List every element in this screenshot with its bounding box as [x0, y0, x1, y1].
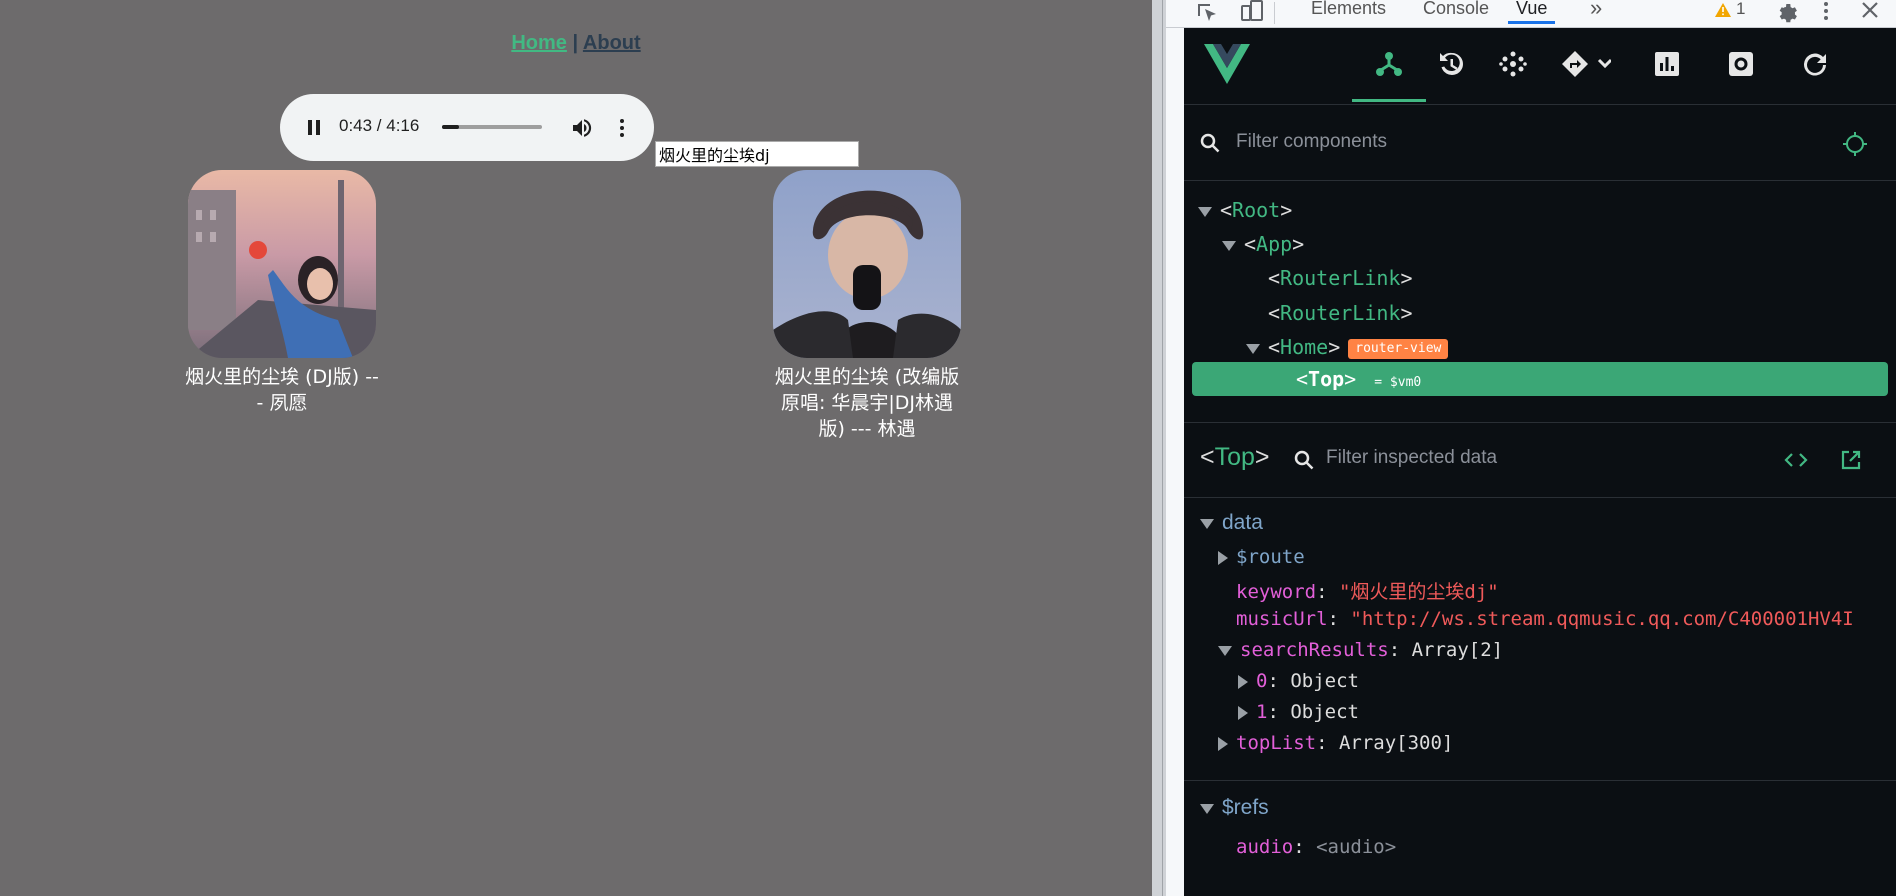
inspector-header: <Top> Filter inspected data [1184, 422, 1896, 498]
vue-devtools: Filter components <Root> <App> <RouterLi… [1184, 28, 1896, 896]
seek-slider[interactable] [442, 125, 542, 129]
tree-node-routerlink[interactable]: <RouterLink> [1268, 296, 1413, 330]
select-component-target-icon[interactable] [1842, 131, 1868, 157]
more-tabs-icon[interactable]: » [1590, 0, 1602, 21]
filter-components-input[interactable]: Filter components [1236, 131, 1387, 153]
tab-elements[interactable]: Elements [1311, 0, 1386, 19]
tab-console[interactable]: Console [1423, 0, 1489, 19]
data-row-searchresults[interactable]: searchResults: Array[2] [1218, 639, 1503, 661]
inspect-element-icon[interactable] [1196, 2, 1220, 22]
vue-toolbar [1184, 28, 1896, 105]
expand-arrow-icon[interactable] [1238, 705, 1248, 720]
devtools-panel: Elements Console Vue » 1 Filter componen… [1166, 0, 1896, 896]
data-row-toplist[interactable]: topList: Array[300] [1218, 732, 1453, 754]
expand-arrow-icon[interactable] [1200, 803, 1214, 814]
warning-count: 1 [1736, 0, 1746, 18]
volume-icon[interactable] [570, 116, 594, 140]
app-pane: Home | About 0:43 / 4:16 烟火里的尘埃dj 烟火里的尘埃… [0, 0, 1152, 896]
album-cover[interactable] [773, 170, 961, 358]
tab-vue[interactable]: Vue [1508, 0, 1556, 24]
data-row-route[interactable]: $route [1218, 546, 1305, 568]
vue-logo-icon [1204, 44, 1250, 84]
search-icon [1294, 450, 1314, 470]
data-row-musicurl[interactable]: musicUrl: "http://ws.stream.qqmusic.qq.c… [1236, 608, 1854, 630]
pane-divider[interactable] [1152, 0, 1166, 896]
code-view-icon[interactable] [1784, 449, 1808, 471]
search-input[interactable] [655, 141, 859, 167]
component-filter-bar: Filter components [1184, 105, 1896, 181]
playback-time: 0:43 / 4:16 [339, 116, 420, 135]
tree-node-top-selected[interactable]: <Top> = $vm0 [1192, 362, 1888, 396]
search-icon [1200, 133, 1220, 153]
nav-about-link[interactable]: About [583, 32, 641, 54]
device-toolbar-icon[interactable] [1240, 0, 1264, 22]
router-view-badge: router-view [1348, 338, 1449, 359]
router-icon[interactable] [1538, 28, 1634, 102]
expand-arrow-icon[interactable] [1218, 736, 1228, 751]
settings-icon[interactable] [1704, 28, 1778, 102]
refresh-icon[interactable] [1778, 28, 1852, 102]
tree-node-top-label: Top [1308, 367, 1345, 391]
expand-arrow-icon[interactable] [1222, 240, 1236, 251]
tree-node-app[interactable]: <App> [1222, 227, 1304, 261]
refs-row-audio[interactable]: audio: <audio> [1236, 836, 1396, 858]
data-row-item-1[interactable]: 1: Object [1238, 701, 1359, 723]
data-row-keyword[interactable]: keyword: "烟火里的尘埃dj" [1236, 577, 1499, 604]
top-nav: Home | About [0, 32, 1152, 55]
nav-home-link[interactable]: Home [511, 32, 567, 54]
seek-progress [442, 125, 459, 129]
tab-divider [1274, 2, 1275, 24]
vm-reference: = $vm0 [1374, 375, 1422, 390]
data-section-header[interactable]: data [1200, 511, 1263, 535]
album-cover[interactable] [188, 170, 376, 358]
expand-arrow-icon[interactable] [1218, 645, 1232, 656]
tree-node-routerlink[interactable]: <RouterLink> [1268, 261, 1413, 295]
pause-icon[interactable] [304, 117, 326, 139]
warning-icon[interactable] [1714, 2, 1732, 18]
audio-player: 0:43 / 4:16 [280, 94, 654, 161]
expand-arrow-icon[interactable] [1198, 206, 1212, 217]
performance-chart-icon[interactable] [1630, 28, 1704, 102]
more-options-icon[interactable] [617, 116, 627, 140]
inspected-component-name: Top [1214, 443, 1255, 471]
song-title: 烟火里的尘埃 (改编版 原唱: 华晨宇|DJ林遇 版) --- 林遇 [774, 366, 960, 440]
tree-node-root[interactable]: <Root> [1198, 193, 1292, 227]
section-divider [1184, 780, 1896, 781]
settings-gear-icon[interactable] [1774, 0, 1798, 23]
expand-arrow-icon[interactable] [1238, 674, 1248, 689]
data-row-item-0[interactable]: 0: Object [1238, 670, 1359, 692]
expand-arrow-icon[interactable] [1200, 518, 1214, 529]
devtools-tab-bar: Elements Console Vue » 1 [1166, 0, 1896, 28]
kebab-menu-icon[interactable] [1822, 0, 1830, 23]
expand-arrow-icon[interactable] [1246, 343, 1260, 354]
close-icon[interactable] [1860, 0, 1880, 20]
nav-separator: | [572, 32, 579, 54]
result-card-1[interactable]: 烟火里的尘埃 (DJ版) --- 夙愿 [182, 170, 382, 416]
refs-section-header[interactable]: $refs [1200, 796, 1269, 820]
open-in-editor-icon[interactable] [1840, 449, 1862, 471]
result-card-2[interactable]: 烟火里的尘埃 (改编版 原唱: 华晨宇|DJ林遇 版) --- 林遇 [767, 170, 967, 442]
song-title: 烟火里的尘埃 (DJ版) --- 夙愿 [185, 366, 379, 414]
filter-inspected-data-input[interactable]: Filter inspected data [1326, 447, 1497, 469]
tree-node-home[interactable]: <Home> router-view [1246, 330, 1449, 364]
expand-arrow-icon[interactable] [1218, 550, 1228, 565]
